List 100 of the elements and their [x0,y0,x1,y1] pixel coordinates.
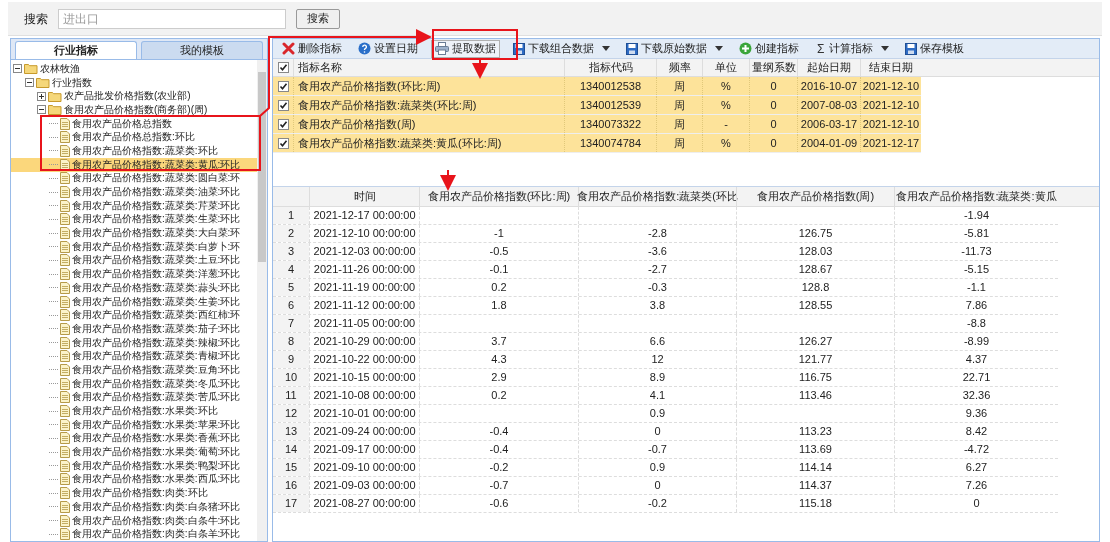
indicator-row[interactable]: 食用农产品价格指数:蔬菜类(环比:周) 1340012539 周 % 0 2007-08-03 2021-12-10 [273,96,921,115]
scrollbar[interactable] [257,60,267,541]
document-icon [60,473,70,486]
row-number: 9 [273,351,309,368]
save-icon [513,42,525,55]
search-field[interactable]: 进出口 [58,8,286,29]
printer-icon [435,42,449,55]
table-cell-text: 4.1 [649,388,666,404]
document-icon [60,514,70,527]
tree-item[interactable]: 食用农产品价格指数:蔬菜类:苦瓜:环比 [72,392,241,403]
table-cell: % [702,96,749,114]
tree-item[interactable]: 食用农产品价格指数:水果类:葡萄:环比 [72,447,241,458]
tree-item[interactable]: 食用农产品价格指数:蔬菜类:大白菜:环 [72,228,241,239]
tree-item[interactable]: 食用农产品价格指数:肉类:白条牛:环比 [72,515,241,526]
toolbar-button[interactable]: 提取数据 [431,39,500,58]
caret-icon [715,46,723,51]
table-cell-text: -8.99 [963,334,990,350]
toolbar-button[interactable]: 设置日期 [355,39,421,58]
table-cell-text: 8.42 [965,424,988,440]
tree-item[interactable]: 食用农产品价格指数:肉类:环比 [72,488,208,499]
row-number: 10 [273,369,309,386]
collapse-icon[interactable] [25,78,34,88]
tree-item[interactable]: 食用农产品价格指数:蔬菜类:油菜:环比 [72,187,241,198]
indicator-row[interactable]: 食用农产品价格指数(周) 1340073322 周 - 0 2006-03-17 2021-12-10 [273,115,921,134]
table-cell-text: -11.73 [961,244,992,260]
table-cell-text: 3.8 [649,298,666,314]
tree-item[interactable]: 食用农产品价格指数:蔬菜类:生菜:环比 [72,214,241,225]
table-cell-text: 2021-09-03 00:00:00 [313,478,416,494]
column-header: 单位 [702,59,749,76]
tree-item[interactable]: 食用农产品价格指数(商务部)(周) [64,104,208,115]
panel-tab[interactable]: 行业指标 [15,41,137,59]
table-cell-text: 0 [654,478,661,494]
tree-item[interactable]: 食用农产品价格指数:肉类:白条猪:环比 [72,501,241,512]
tree-item[interactable]: 农产品批发价格指数(农业部) [64,91,191,102]
indicator-row[interactable]: 食用农产品价格指数(环比:周) 1340012538 周 % 0 2016-10-07 2021-12-10 [273,77,921,96]
tree-item[interactable]: 食用农产品价格指数:蔬菜类:土豆:环比 [72,255,241,266]
table-cell-text: -3.6 [648,244,667,260]
checkbox[interactable] [277,118,289,130]
tree-item[interactable]: 食用农产品价格总指数 [72,118,172,129]
tree-item[interactable]: 食用农产品价格总指数:环比 [72,132,195,143]
panel-tab[interactable]: 我的模板 [141,41,263,59]
checkbox[interactable] [277,62,289,73]
tree-item[interactable]: 食用农产品价格指数:蔬菜类:蒜头:环比 [72,282,241,293]
expand-icon[interactable] [37,91,46,101]
checkbox[interactable] [277,137,289,149]
document-icon [60,131,70,144]
table-cell: 2021-12-10 [860,77,921,95]
tree-item[interactable]: 食用农产品价格指数:蔬菜类:冬瓜:环比 [72,378,241,389]
table-cell-text: 0.2 [491,388,507,404]
tree-item[interactable]: 食用农产品价格指数:水果类:香蕉:环比 [72,433,241,444]
table-cell-text: 114.37 [799,478,832,494]
toolbar-button[interactable]: 保存模板 [902,39,968,58]
tree-item[interactable]: 食用农产品价格指数:蔬菜类:圆白菜:环 [72,173,241,184]
toolbar-button[interactable]: 下载原始数据 [623,39,726,58]
checkbox[interactable] [277,99,289,111]
tree-item[interactable]: 食用农产品价格指数:蔬菜类:豆角:环比 [72,364,241,375]
tree-item[interactable]: 食用农产品价格指数:蔬菜类:辣椒:环比 [72,337,241,348]
tree-item[interactable]: 食用农产品价格指数:蔬菜类:洋葱:环比 [72,269,241,280]
checkbox[interactable] [277,80,289,92]
tree-item[interactable]: 食用农产品价格指数:水果类:西瓜:环比 [72,474,241,485]
table-cell: 食用农产品价格指数:蔬菜类:黄瓜(环比:周) [293,134,564,152]
indicator-row[interactable]: 食用农产品价格指数:蔬菜类:黄瓜(环比:周) 1340074784 周 % 0 2004-01-09 2021-12-17 [273,134,921,153]
tree-item[interactable]: 行业指数 [52,77,92,88]
toolbar-button[interactable]: Σ 计算指标 [812,39,893,58]
tree-item[interactable]: 食用农产品价格指数:蔬菜类:青椒:环比 [72,351,241,362]
toolbar-button[interactable]: 创建指标 [736,39,802,58]
tree-item[interactable]: 食用农产品价格指数:蔬菜类:西红柿:环 [72,310,241,321]
arrow [472,58,488,79]
table-cell-text: 2021-11-19 00:00:00 [313,280,416,296]
column-header: 食用农产品价格指数(环比:周) [419,187,578,206]
tree-item[interactable]: 食用农产品价格指数:蔬菜类:芹菜:环比 [72,200,241,211]
tree-item[interactable]: 农林牧渔 [40,63,80,74]
table-cell-text: 113.23 [799,424,832,440]
scrollbar-thumb[interactable] [258,72,266,262]
table-cell-text: -5.81 [963,226,990,242]
tree-item[interactable]: 食用农产品价格指数:肉类:白条羊:环比 [72,529,241,540]
table-cell-text: 0 [973,496,980,512]
tree-item[interactable]: 食用农产品价格指数:水果类:环比 [72,406,218,417]
toolbar-button[interactable]: 下载组合数据 [510,39,613,58]
tree-item[interactable]: 食用农产品价格指数:水果类:鸭梨:环比 [72,460,241,471]
table-cell-text: 0 [654,424,661,440]
document-icon [60,350,70,363]
sum-icon: Σ [815,39,827,58]
search-button[interactable]: 搜索 [296,8,340,29]
tree-item[interactable]: 食用农产品价格指数:蔬菜类:环比 [72,145,218,156]
toolbar-button[interactable]: 删除指标 [279,39,345,58]
table-cell-text: -0.7 [489,478,509,494]
tree-item[interactable]: 食用农产品价格指数:蔬菜类:生姜:环比 [72,296,241,307]
row-number: 4 [273,261,309,278]
table-cell-text: 2021-08-27 00:00:00 [313,496,416,512]
column-header: 量纲系数 [749,59,797,76]
collapse-icon[interactable] [13,64,22,74]
tree-item[interactable]: 食用农产品价格指数:蔬菜类:茄子:环比 [72,323,241,334]
table-cell-text: 2021-10-29 00:00:00 [313,334,416,350]
help-icon [358,42,371,55]
collapse-icon[interactable] [37,105,46,115]
delete-icon [282,42,295,55]
tree-item[interactable]: 食用农产品价格指数:水果类:苹果:环比 [72,419,241,430]
row-number: 7 [273,315,309,332]
tree-item[interactable]: 食用农产品价格指数:蔬菜类:白萝卜:环 [72,241,241,252]
